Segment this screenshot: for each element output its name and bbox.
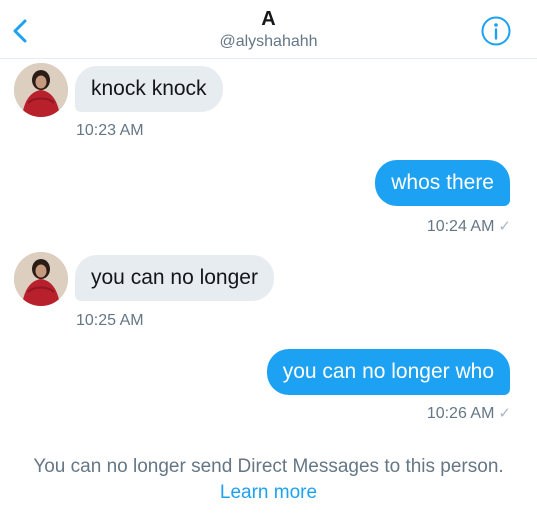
message-bubble-outgoing[interactable]: whos there xyxy=(375,160,510,206)
message-timestamp: 10:24 AM ✓ xyxy=(427,217,511,237)
message-bubble-outgoing[interactable]: you can no longer who xyxy=(266,349,510,395)
message-timestamp: 10:26 AM ✓ xyxy=(427,404,511,424)
timestamp-text: 10:25 AM xyxy=(76,312,144,329)
avatar-photo xyxy=(14,63,68,117)
timestamp-text: 10:24 AM xyxy=(426,218,495,235)
message-bubble-incoming[interactable]: knock knock xyxy=(75,66,223,112)
contact-name: A xyxy=(261,8,276,30)
info-circle-icon xyxy=(481,16,511,46)
message-bubble-incoming[interactable]: you can no longer xyxy=(75,255,274,301)
message-timestamp: 10:23 AM xyxy=(76,121,144,141)
sent-check-icon: ✓ xyxy=(498,405,511,422)
dm-restriction-notice: You can no longer send Direct Messages t… xyxy=(20,454,517,506)
avatar-photo xyxy=(14,252,68,306)
timestamp-text: 10:26 AM xyxy=(426,405,495,422)
avatar[interactable] xyxy=(14,252,68,306)
timestamp-text: 10:23 AM xyxy=(76,122,144,139)
conversation-header: A @alyshahahh xyxy=(0,0,537,59)
info-button[interactable] xyxy=(480,15,512,47)
conversation-title-block[interactable]: A @alyshahahh xyxy=(0,8,537,52)
notice-text: You can no longer send Direct Messages t… xyxy=(33,456,504,477)
sent-check-icon: ✓ xyxy=(498,218,511,235)
message-timestamp: 10:25 AM xyxy=(76,311,144,331)
contact-handle: @alyshahahh xyxy=(219,33,318,50)
learn-more-link[interactable]: Learn more xyxy=(220,482,317,503)
avatar[interactable] xyxy=(14,63,68,117)
